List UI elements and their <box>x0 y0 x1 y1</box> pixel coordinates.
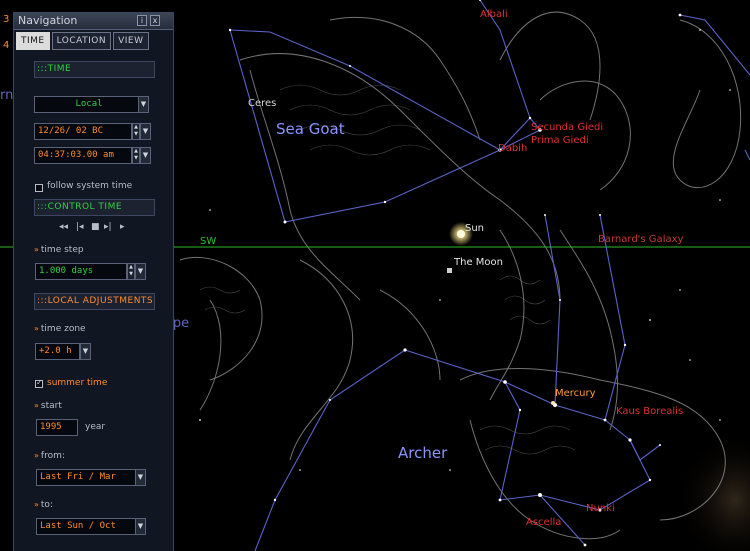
start-year-field[interactable]: 1995 <box>36 419 78 436</box>
time-field[interactable]: 04:37:03.00 am <box>34 147 132 164</box>
planet-label-ceres: Ceres <box>248 98 277 109</box>
constellation-label-sea-goat: Sea Goat <box>276 120 345 138</box>
timezone-mode-select[interactable]: Local <box>34 96 144 113</box>
star-label-albali: Albali <box>480 9 508 20</box>
info-icon[interactable]: i <box>137 15 147 26</box>
rewind-icon[interactable]: ◂◂ <box>59 222 68 232</box>
star-label-dabih: Dabih <box>498 143 528 154</box>
time-zone-dropdown-icon[interactable]: ▼ <box>80 343 91 360</box>
close-icon[interactable]: x <box>150 15 160 26</box>
tab-view[interactable]: VIEW <box>113 32 149 50</box>
step-back-icon[interactable]: |◂ <box>76 222 84 232</box>
from-field[interactable]: Last Fri / Mar <box>36 469 136 486</box>
sun-disc <box>457 230 465 238</box>
follow-system-time-label: follow system time <box>47 181 133 191</box>
section-time-title: TIME <box>47 64 72 74</box>
star-label-secunda-giedi: Secunda Giedi <box>531 122 604 133</box>
mercury-marker <box>551 401 555 405</box>
play-icon[interactable]: ▸ <box>120 222 125 232</box>
time-zone-field[interactable]: +2.0 h <box>35 343 80 360</box>
section-local-title: LOCAL ADJUSTMENTS <box>47 296 154 306</box>
star-label-ascella: Ascella <box>526 517 562 528</box>
to-label: » to: <box>34 500 53 510</box>
date-spinner-icon[interactable]: ▲ ▼ <box>132 123 140 140</box>
date-field[interactable]: 12/26/ 02 BC <box>34 123 132 140</box>
star-label-kaus-borealis: Kaus Borealis <box>616 406 684 417</box>
stop-icon[interactable]: ■ <box>91 222 100 232</box>
follow-system-time-checkbox[interactable] <box>35 184 43 192</box>
to-dropdown-icon[interactable]: ▼ <box>135 518 146 535</box>
time-dropdown-icon[interactable]: ▼ <box>140 147 151 164</box>
time-step-dropdown-icon[interactable]: ▼ <box>135 263 146 280</box>
time-step-label: » time step <box>34 245 84 255</box>
section-control-title: CONTROL TIME <box>47 202 123 212</box>
section-time-header[interactable]: :::TIME <box>34 61 155 78</box>
panel-titlebar[interactable]: Navigation i x <box>14 13 173 30</box>
time-step-spinner-icon[interactable]: ▲ ▼ <box>127 263 135 280</box>
tab-location[interactable]: LOCATION <box>51 32 112 50</box>
timezone-mode-dropdown-icon[interactable]: ▼ <box>138 96 149 113</box>
from-label: » from: <box>34 451 65 461</box>
date-dropdown-icon[interactable]: ▼ <box>140 123 151 140</box>
constellation-label-archer: Archer <box>398 444 448 462</box>
planet-label-mercury: Mercury <box>555 388 596 399</box>
time-spinner-icon[interactable]: ▲ ▼ <box>132 147 140 164</box>
navigation-panel[interactable]: Navigation i x TIME LOCATION VIEW :::TIM… <box>13 12 174 551</box>
step-forward-icon[interactable]: ▸| <box>104 222 112 232</box>
year-label: year <box>85 422 106 432</box>
section-control-time-header[interactable]: :::CONTROL TIME <box>34 199 155 216</box>
clipped-label-1: 3 <box>3 14 10 25</box>
summer-time-checkbox[interactable] <box>35 378 43 388</box>
galaxy-label-barnards: Barnard's Galaxy <box>598 234 684 245</box>
horizon-label-sw: SW <box>200 236 217 247</box>
time-zone-label: » time zone <box>34 324 86 334</box>
time-step-field[interactable]: 1.000 days <box>35 263 127 280</box>
from-dropdown-icon[interactable]: ▼ <box>135 469 146 486</box>
section-local-adjustments-header[interactable]: :::LOCAL ADJUSTMENTS <box>34 293 155 310</box>
star-label-prima-giedi: Prima Giedi <box>531 135 589 146</box>
to-field[interactable]: Last Sun / Oct <box>36 518 136 535</box>
tab-time[interactable]: TIME <box>16 32 50 50</box>
moon-label: The Moon <box>454 257 503 268</box>
star-label-nunki: Nunki <box>586 503 615 514</box>
panel-title: Navigation <box>18 14 78 27</box>
summer-time-label: summer time <box>47 378 108 388</box>
panel-tabs: TIME LOCATION VIEW <box>16 32 149 50</box>
clipped-label-2: 4 <box>3 40 10 51</box>
start-label: » start <box>34 401 62 411</box>
moon-marker <box>447 268 452 273</box>
sun-label: Sun <box>465 223 485 234</box>
